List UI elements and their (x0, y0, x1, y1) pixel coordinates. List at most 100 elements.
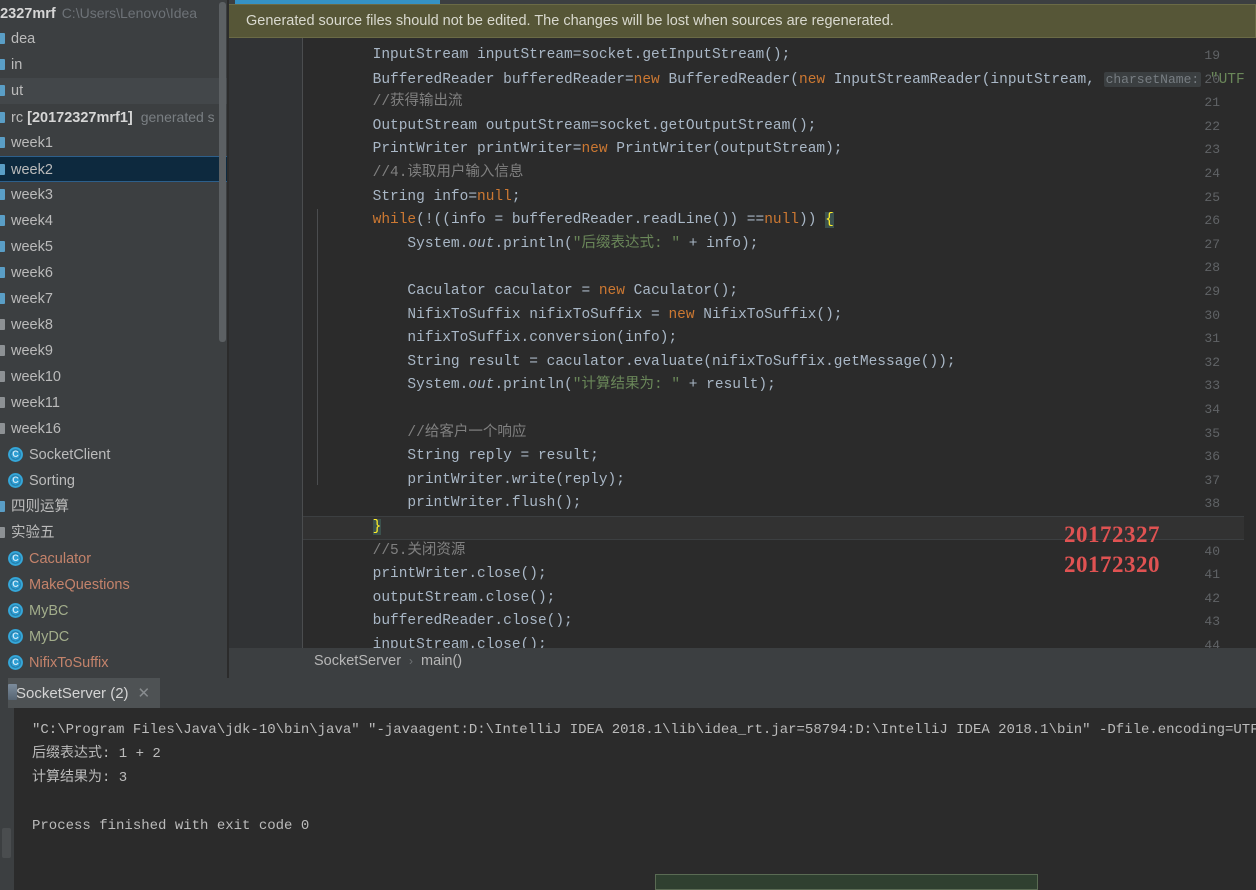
console-gripper[interactable] (2, 828, 11, 858)
code-line[interactable]: //5.关闭资源 (303, 540, 466, 564)
code-line[interactable]: BufferedReader bufferedReader=new Buffer… (303, 68, 1256, 92)
code-line[interactable]: outputStream.close(); (303, 587, 556, 611)
code-line[interactable]: inputStream.close(); (303, 634, 547, 648)
generated-source-warning-banner: Generated source files should not be edi… (229, 4, 1256, 38)
annotation-student-id: 20172327 (1064, 522, 1160, 547)
code-line[interactable]: //给客户一个响应 (303, 422, 526, 446)
folder-icon (0, 241, 5, 252)
close-icon[interactable]: ✕ (138, 684, 151, 702)
code-line[interactable]: System.out.println("计算结果为: " + result); (303, 374, 775, 398)
code-line[interactable]: PrintWriter printWriter=new PrintWriter(… (303, 138, 843, 162)
tree-item-week6[interactable]: week6 (0, 260, 229, 286)
tree-item--[interactable]: 四则运算 (0, 494, 229, 520)
tree-item-week8[interactable]: week8 (0, 312, 229, 338)
code-line[interactable]: String result = caculator.evaluate(nifix… (303, 351, 955, 375)
tree-item-caculator[interactable]: Caculator (0, 546, 229, 572)
code-line[interactable]: InputStream inputStream=socket.getInputS… (303, 44, 791, 68)
breadcrumb[interactable]: SocketServer › main() (229, 648, 1256, 674)
code-token: "计算结果为: " (572, 377, 681, 394)
project-tree[interactable]: 72327mrf C:\Users\Lenovo\Idea dea in ut rc [2… (0, 0, 229, 676)
java-class-icon (8, 447, 23, 462)
editor-gutter[interactable] (229, 38, 274, 648)
console-output[interactable]: "C:\Program Files\Java\jdk-10\bin\java" … (14, 708, 1256, 890)
code-line[interactable]: OutputStream outputStream=socket.getOutp… (303, 115, 817, 139)
run-tab-label: SocketServer (2) (16, 684, 129, 702)
project-tool-window[interactable]: 72327mrf C:\Users\Lenovo\Idea dea in ut rc [2… (0, 0, 229, 678)
tree-item-week7[interactable]: week7 (0, 286, 229, 312)
code-line[interactable]: String info=null; (303, 186, 521, 210)
code-token: nifixToSuffix.conversion(info); (303, 330, 678, 347)
code-line[interactable]: while(!((info = bufferedReader.readLine(… (303, 209, 834, 233)
tree-item-makequestions[interactable]: MakeQuestions (0, 572, 229, 598)
tree-item-rc[interactable]: rc [20172327mrf1] generated s (0, 104, 229, 130)
tree-item-week10[interactable]: week10 (0, 364, 229, 390)
tree-item-nifixtosuffix[interactable]: NifixToSuffix (0, 650, 229, 676)
code-token: out (468, 235, 495, 252)
code-token: new (633, 71, 660, 88)
tree-item-dea[interactable]: dea (0, 26, 229, 52)
tree-item-week5[interactable]: week5 (0, 234, 229, 260)
tree-item-week11[interactable]: week11 (0, 390, 229, 416)
tree-item-week16[interactable]: week16 (0, 416, 229, 442)
code-token: new (598, 283, 625, 299)
tree-item-week4[interactable]: week4 (0, 208, 229, 234)
folder-icon-grey (0, 423, 5, 434)
code-token: Caculator caculator = (303, 283, 599, 299)
editor-fold-gutter[interactable] (274, 38, 303, 648)
folder-icon-grey (0, 371, 5, 382)
code-editor[interactable]: 19 20 21 22 23 24 25 26 27 28 29 30 31 32 33 34 35 36 37 38… (229, 38, 1256, 648)
status-progress-bar (655, 874, 1038, 890)
code-line[interactable]: printWriter.flush(); (303, 492, 581, 516)
code-line[interactable]: Caculator caculator = new Caculator(); (303, 280, 738, 304)
console-side-strip (0, 708, 14, 890)
project-path: C:\Users\Lenovo\Idea (61, 5, 198, 21)
tree-item-mybc[interactable]: MyBC (0, 598, 229, 624)
editor-tab-accent-line (235, 0, 440, 4)
code-token: while (372, 212, 417, 229)
code-line[interactable]: //4.读取用户输入信息 (303, 162, 524, 186)
code-token: InputStream inputStream=socket.getInputS… (303, 47, 791, 63)
code-line[interactable]: printWriter.write(reply); (303, 469, 625, 493)
code-token: NifixToSuffix nifixToSuffix = (303, 306, 669, 323)
tree-item-label: ut (11, 83, 24, 99)
code-line[interactable]: String reply = result; (303, 445, 599, 469)
code-token: .println( (494, 377, 573, 394)
breadcrumb-class[interactable]: SocketServer (314, 653, 401, 669)
code-text-area[interactable]: InputStream inputStream=socket.getInputS… (303, 38, 1256, 648)
code-token: String reply = result; (303, 448, 599, 465)
breadcrumb-method[interactable]: main() (421, 653, 462, 669)
run-tab-socketserver[interactable]: SocketServer (2) ✕ (8, 678, 161, 708)
code-token: bufferedReader.close(); (303, 613, 573, 630)
project-name: 72327mrf (0, 6, 56, 22)
tree-item-socketclient[interactable]: SocketClient (0, 442, 229, 468)
project-tree-scrollbar[interactable] (219, 2, 226, 342)
run-tool-window: SocketServer (2) ✕ "C:\Program Files\Jav… (0, 678, 1256, 890)
code-line[interactable]: System.out.println("后缀表达式: " + info); (303, 233, 758, 257)
folder-icon-grey (0, 397, 5, 408)
project-root-row[interactable]: 72327mrf C:\Users\Lenovo\Idea (0, 0, 229, 26)
folder-icon-grey (0, 527, 5, 538)
tree-item-week1[interactable]: week1 (0, 130, 229, 156)
code-line[interactable]: NifixToSuffix nifixToSuffix = new NifixT… (303, 304, 842, 328)
tree-item-week3[interactable]: week3 (0, 182, 229, 208)
tree-item-ut[interactable]: ut (0, 78, 229, 104)
code-line[interactable]: nifixToSuffix.conversion(info); (303, 327, 677, 351)
code-token: "后缀表达式: " (572, 235, 681, 252)
code-line[interactable]: printWriter.close(); (303, 563, 547, 587)
code-line[interactable]: } (303, 516, 382, 540)
idea-window: 72327mrf C:\Users\Lenovo\Idea dea in ut rc [2… (0, 0, 1256, 890)
java-class-icon (8, 473, 23, 488)
tree-item-week2[interactable]: week2 (0, 156, 229, 182)
code-line[interactable]: bufferedReader.close(); (303, 610, 573, 634)
editor-scrollbar-track[interactable] (1244, 38, 1256, 648)
code-line[interactable]: //获得输出流 (303, 91, 463, 115)
code-token: + info); (680, 235, 759, 252)
tree-item-week9[interactable]: week9 (0, 338, 229, 364)
tree-item-sorting[interactable]: Sorting (0, 468, 229, 494)
tree-item--[interactable]: 实验五 (0, 520, 229, 546)
tree-item-mydc[interactable]: MyDC (0, 624, 229, 650)
tree-item-in[interactable]: in (0, 52, 229, 78)
folder-icon (0, 59, 5, 70)
